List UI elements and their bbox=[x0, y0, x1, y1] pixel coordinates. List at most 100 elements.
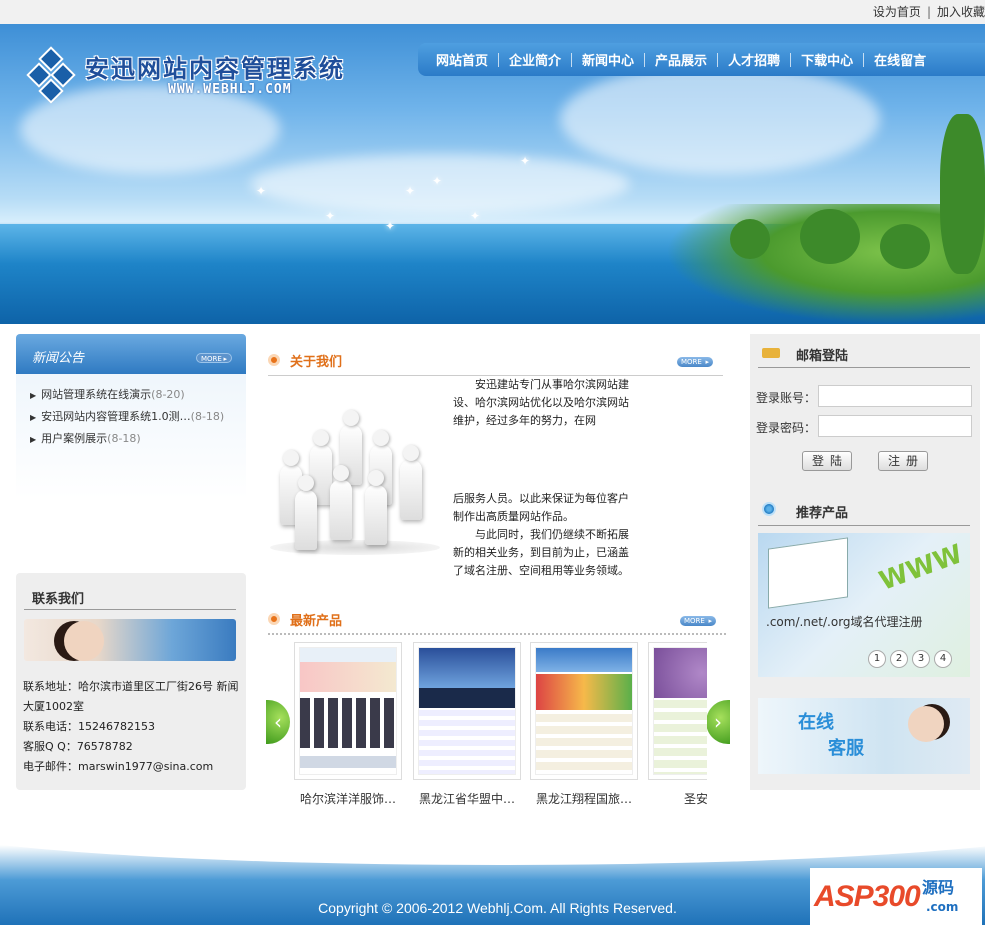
service-agent-image bbox=[908, 706, 944, 742]
watermark-domain: .com bbox=[926, 900, 959, 914]
banner-cloud bbox=[560, 64, 880, 174]
nav-item-guestbook[interactable]: 在线留言 bbox=[864, 50, 936, 69]
banner-tree bbox=[800, 209, 860, 264]
about-people-image bbox=[270, 405, 440, 555]
news-panel: 新闻公告 MORE ▶ 网站管理系统在线演示(8-20) ▶ 安迅网站内容管理系统1… bbox=[16, 334, 246, 540]
logo-url: WWW.WEBHLJ.COM bbox=[168, 82, 292, 97]
products-title: 最新产品 bbox=[290, 614, 343, 629]
figure-icon bbox=[330, 465, 352, 540]
nav-item-jobs[interactable]: 人才招聘 bbox=[718, 50, 790, 69]
chevron-left-icon[interactable]: ‹ bbox=[266, 700, 290, 744]
news-item[interactable]: ▶ 网站管理系统在线演示(8-20) bbox=[30, 384, 246, 406]
nav-item-about[interactable]: 企业简介 bbox=[499, 50, 571, 69]
online-service-banner[interactable]: 在线 客服 bbox=[758, 698, 970, 774]
sparkle-icon: ✦ bbox=[432, 174, 443, 188]
recommend-header: 推荐产品 bbox=[758, 490, 970, 526]
news-item-title: 用户案例展示 bbox=[41, 432, 108, 445]
watermark-cn: 源码 bbox=[922, 878, 955, 897]
product-card[interactable]: 黑龙江省华盟中… bbox=[413, 642, 521, 807]
sparkle-icon: ✦ bbox=[520, 154, 531, 168]
contact-panel: 联系我们 联系地址：哈尔滨市道里区工厂街26号 新闻大厦1002室 联系电话：1… bbox=[16, 573, 246, 790]
ad-text: .com/.net/.org域名代理注册 bbox=[766, 615, 923, 629]
bullet-arrow-icon: ▶ bbox=[30, 435, 37, 444]
top-links: 设为首页 | 加入收藏 bbox=[873, 3, 985, 20]
contact-phone: 联系电话：15246782153 bbox=[23, 720, 155, 733]
account-label: 登录账号： bbox=[756, 391, 817, 405]
news-item[interactable]: ▶ 用户案例展示(8-18) bbox=[30, 428, 246, 450]
watermark-brand: ASP300 bbox=[814, 880, 921, 913]
register-button[interactable]: 注册 bbox=[878, 451, 928, 471]
news-item[interactable]: ▶ 安迅网站内容管理系统1.0测…(8-18) bbox=[30, 406, 246, 428]
add-favorite-link[interactable]: 加入收藏 bbox=[937, 5, 985, 19]
sparkle-icon: ✦ bbox=[325, 209, 336, 223]
about-more-button[interactable]: MORE bbox=[677, 357, 713, 367]
ad-screen-image bbox=[768, 537, 848, 609]
service-text: 在线 客服 bbox=[798, 710, 864, 762]
sparkle-icon: ✦ bbox=[470, 209, 481, 223]
top-link-separator: | bbox=[926, 5, 931, 19]
product-caption: 哈尔滨洋洋服饰… bbox=[299, 792, 396, 806]
footer-wave bbox=[0, 825, 985, 865]
section-dot-icon bbox=[762, 502, 776, 516]
news-more-button[interactable]: MORE bbox=[196, 353, 232, 364]
about-paragraph: 后服务人员。以此来保证为每位客户制作出高质量网站作品。 bbox=[453, 492, 629, 523]
nav-item-news[interactable]: 新闻中心 bbox=[572, 50, 644, 69]
product-thumbnail bbox=[413, 642, 521, 780]
pager-dot[interactable]: 3 bbox=[912, 650, 930, 668]
banner-tree bbox=[730, 219, 770, 259]
contact-info: 联系地址：哈尔滨市道里区工厂街26号 新闻大厦1002室 联系电话：152467… bbox=[23, 677, 243, 777]
recommend-title: 推荐产品 bbox=[796, 506, 849, 521]
bullet-arrow-icon: ▶ bbox=[30, 413, 37, 422]
account-input[interactable] bbox=[818, 385, 972, 407]
product-caption: 黑龙江省华盟中… bbox=[418, 792, 515, 806]
about-paragraph: 与此同时，我们仍继续不断拓展新的相关业务，到目前为止，已涵盖了域名注册、空间租用… bbox=[453, 528, 629, 577]
product-screenshot bbox=[418, 647, 516, 775]
pager-dot[interactable]: 4 bbox=[934, 650, 952, 668]
product-thumbnail bbox=[530, 642, 638, 780]
products-more-button[interactable]: MORE bbox=[680, 616, 716, 626]
site-logo[interactable]: 安迅网站内容管理系统 WWW.WEBHLJ.COM bbox=[26, 44, 410, 124]
product-card[interactable]: 圣安琪 bbox=[648, 642, 707, 807]
pager-dot[interactable]: 1 bbox=[868, 650, 886, 668]
set-home-link[interactable]: 设为首页 bbox=[873, 5, 921, 19]
product-thumbnail bbox=[648, 642, 707, 780]
ad-www-logo: WWW bbox=[875, 539, 967, 597]
chevron-right-icon[interactable]: › bbox=[706, 700, 730, 744]
product-caption: 黑龙江翔程国旅… bbox=[535, 792, 632, 806]
product-card[interactable]: 哈尔滨洋洋服饰… bbox=[294, 642, 402, 807]
product-screenshot bbox=[535, 647, 633, 775]
banner-palm-tree bbox=[940, 114, 985, 274]
login-button[interactable]: 登陆 bbox=[802, 451, 852, 471]
product-caption: 圣安琪 bbox=[683, 792, 707, 806]
ad-pager: 1 2 3 4 bbox=[868, 650, 952, 668]
nav-item-products[interactable]: 产品展示 bbox=[645, 50, 717, 69]
sparkle-icon: ✦ bbox=[256, 184, 267, 198]
products-header: 最新产品 MORE bbox=[268, 607, 726, 635]
contact-title: 联系我们 bbox=[32, 592, 85, 607]
figure-icon bbox=[295, 475, 317, 550]
password-row: 登录密码： bbox=[756, 415, 972, 437]
pager-dot[interactable]: 2 bbox=[890, 650, 908, 668]
product-carousel: 哈尔滨洋洋服饰… 黑龙江省华盟中… 黑龙江翔程国旅… 圣安琪 bbox=[292, 642, 707, 810]
figure-icon bbox=[400, 445, 422, 520]
product-card[interactable]: 黑龙江翔程国旅… bbox=[530, 642, 638, 807]
news-item-title: 网站管理系统在线演示 bbox=[41, 388, 152, 401]
account-row: 登录账号： bbox=[756, 385, 972, 407]
about-paragraph: 安迅建站专门从事哈尔滨网站建设、哈尔滨网站优化以及哈尔滨网站维护，经过多年的努力… bbox=[453, 378, 629, 427]
password-input[interactable] bbox=[818, 415, 972, 437]
product-screenshot bbox=[653, 647, 707, 775]
password-label: 登录密码： bbox=[756, 421, 817, 435]
bullet-arrow-icon: ▶ bbox=[30, 391, 37, 400]
contact-address: 联系地址：哈尔滨市道里区工厂街26号 新闻大厦1002室 bbox=[23, 680, 239, 713]
news-item-date: (8-18) bbox=[190, 410, 225, 423]
nav-item-home[interactable]: 网站首页 bbox=[426, 50, 498, 69]
mail-icon bbox=[762, 348, 780, 358]
nav-item-downloads[interactable]: 下载中心 bbox=[791, 50, 863, 69]
recommend-panel: 推荐产品 WWW .com/.net/.org域名代理注册 1 2 3 4 在线… bbox=[750, 490, 980, 790]
contact-email: 电子邮件：marswin1977@sina.com bbox=[23, 760, 214, 773]
figure-icon bbox=[365, 470, 387, 545]
service-agent-image bbox=[64, 621, 104, 661]
news-item-date: (8-20) bbox=[151, 388, 185, 401]
main-nav: 网站首页 企业简介 新闻中心 产品展示 人才招聘 下载中心 在线留言 bbox=[418, 43, 985, 76]
contact-header: 联系我们 bbox=[16, 573, 246, 611]
